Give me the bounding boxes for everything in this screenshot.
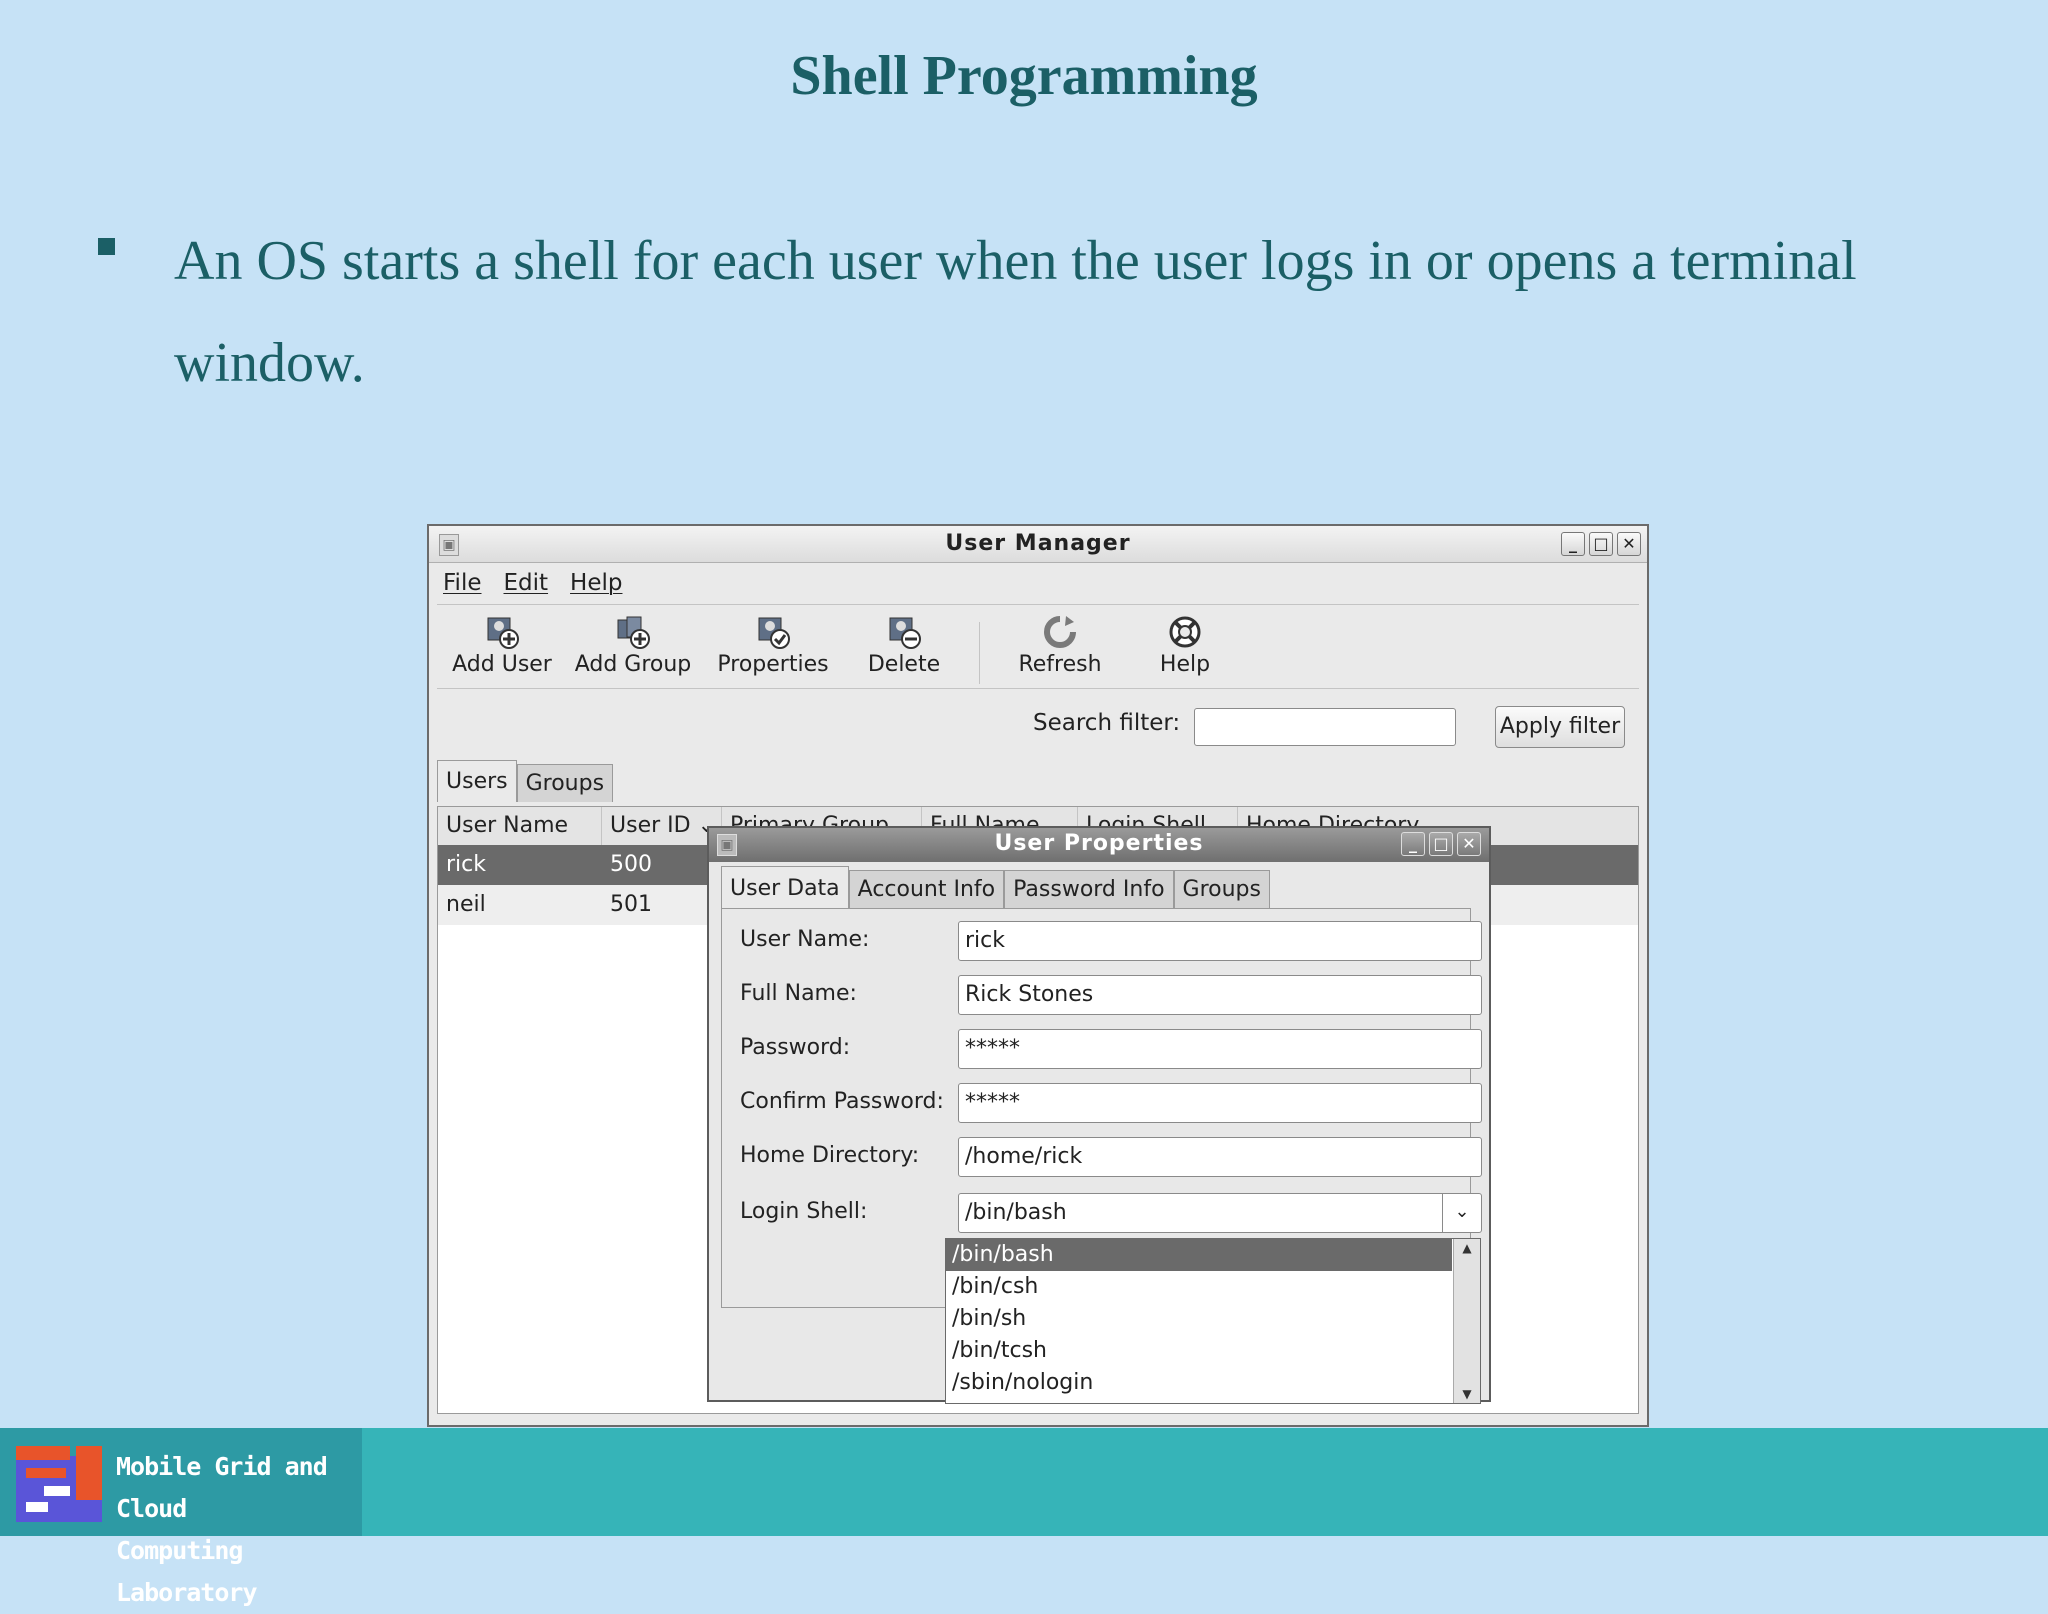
help-label: Help xyxy=(1159,652,1211,677)
dialog-close-button[interactable]: ✕ xyxy=(1457,832,1481,856)
properties-icon xyxy=(755,614,791,650)
menu-file[interactable]: File xyxy=(443,570,482,596)
toolbar-separator xyxy=(979,622,980,684)
dropdown-option[interactable]: /bin/tcsh xyxy=(946,1335,1452,1367)
cell-user-id: 500 xyxy=(610,852,652,877)
menubar: File Edit Help xyxy=(443,570,622,596)
scroll-down-icon[interactable]: ▼ xyxy=(1454,1387,1480,1401)
close-button[interactable]: ✕ xyxy=(1617,532,1641,556)
lab-logo: Mobile Grid and Cloud Computing Laborato… xyxy=(0,1428,362,1607)
login-shell-value: /bin/bash xyxy=(965,1200,1067,1225)
maximize-button[interactable]: □ xyxy=(1589,532,1613,556)
dialog-titlebar[interactable]: ▣ User Properties _ □ ✕ xyxy=(709,828,1489,862)
apply-filter-button[interactable]: Apply filter xyxy=(1495,706,1625,748)
dropdown-option[interactable]: /sbin/nologin xyxy=(946,1367,1452,1399)
add-group-icon xyxy=(615,614,651,650)
user-name-field[interactable]: rick xyxy=(958,921,1482,961)
delete-icon xyxy=(886,614,922,650)
lab-name-line1: Mobile Grid and Cloud xyxy=(116,1452,328,1523)
dropdown-option[interactable]: /bin/bash xyxy=(946,1239,1452,1271)
column-user-name[interactable]: User Name xyxy=(438,807,602,845)
window-titlebar[interactable]: ▣ User Manager _ □ ✕ xyxy=(429,526,1647,563)
help-button[interactable]: Help xyxy=(1145,608,1225,677)
scroll-up-icon[interactable]: ▲ xyxy=(1454,1241,1480,1255)
chevron-down-icon[interactable]: ⌄ xyxy=(1442,1194,1481,1232)
tab-groups[interactable]: Groups xyxy=(1173,870,1270,908)
user-name-label: User Name: xyxy=(740,927,870,952)
dropdown-option[interactable]: /bin/sh xyxy=(946,1303,1452,1335)
column-user-id[interactable]: User ID ⌄ xyxy=(602,807,722,845)
search-filter-label: Search filter: xyxy=(1033,710,1181,736)
dialog-title: User Properties xyxy=(994,831,1204,856)
add-group-label: Add Group xyxy=(574,652,692,677)
user-properties-dialog: ▣ User Properties _ □ ✕ User Data Accoun… xyxy=(707,826,1491,1404)
tab-groups[interactable]: Groups xyxy=(516,764,614,802)
full-name-field[interactable]: Rick Stones xyxy=(958,975,1482,1015)
lab-logo-icon xyxy=(16,1446,102,1522)
add-user-icon xyxy=(484,614,520,650)
confirm-password-label: Confirm Password: xyxy=(740,1089,944,1114)
delete-label: Delete xyxy=(867,652,941,677)
bullet-text: An OS starts a shell for each user when … xyxy=(174,230,1857,394)
cell-user-name: rick xyxy=(446,852,486,877)
dropdown-scrollbar[interactable]: ▲ ▼ xyxy=(1453,1239,1480,1403)
password-field[interactable]: ***** xyxy=(958,1029,1482,1069)
login-shell-combobox[interactable]: /bin/bash ⌄ xyxy=(958,1193,1482,1233)
home-directory-label: Home Directory: xyxy=(740,1143,920,1168)
slide-title: Shell Programming xyxy=(790,45,1258,107)
tab-users[interactable]: Users xyxy=(437,760,517,802)
add-group-button[interactable]: Add Group xyxy=(572,608,694,677)
menu-help[interactable]: Help xyxy=(570,570,622,596)
full-name-label: Full Name: xyxy=(740,981,857,1006)
delete-button[interactable]: Delete xyxy=(849,608,959,677)
tab-account-info[interactable]: Account Info xyxy=(848,870,1005,908)
confirm-password-field[interactable]: ***** xyxy=(958,1083,1482,1123)
window-title: User Manager xyxy=(945,531,1131,556)
lab-name-line2: Computing Laboratory xyxy=(116,1536,258,1607)
home-directory-field[interactable]: /home/rick xyxy=(958,1137,1482,1177)
square-bullet-icon xyxy=(98,238,115,255)
tab-user-data[interactable]: User Data xyxy=(721,866,849,908)
cell-user-name: neil xyxy=(446,892,486,917)
add-user-label: Add User xyxy=(452,652,552,677)
login-shell-dropdown: /bin/bash /bin/csh /bin/sh /bin/tcsh /sb… xyxy=(945,1238,1481,1404)
tab-password-info[interactable]: Password Info xyxy=(1004,870,1174,908)
dialog-minimize-button[interactable]: _ xyxy=(1401,832,1425,856)
refresh-button[interactable]: Refresh xyxy=(1005,608,1115,677)
menu-edit[interactable]: Edit xyxy=(504,570,549,596)
properties-button[interactable]: Properties xyxy=(707,608,839,677)
login-shell-label: Login Shell: xyxy=(740,1199,868,1224)
cell-user-id: 501 xyxy=(610,892,652,917)
lab-name: Mobile Grid and Cloud Computing Laborato… xyxy=(116,1446,362,1614)
properties-label: Properties xyxy=(717,652,829,677)
dialog-maximize-button[interactable]: □ xyxy=(1429,832,1453,856)
refresh-label: Refresh xyxy=(1018,652,1102,677)
slide-footer: Mobile Grid and Cloud Computing Laborato… xyxy=(0,1428,2048,1607)
minimize-button[interactable]: _ xyxy=(1561,532,1585,556)
main-tabs: Users Groups xyxy=(437,760,614,802)
password-label: Password: xyxy=(740,1035,851,1060)
refresh-icon xyxy=(1042,614,1078,650)
search-filter-input[interactable] xyxy=(1194,708,1456,746)
menu-divider xyxy=(437,604,1639,605)
toolbar: Add User Add Group Properties Delete Ref… xyxy=(439,608,1637,708)
dropdown-option[interactable]: /bin/csh xyxy=(946,1271,1452,1303)
dialog-tabs: User Data Account Info Password Info Gro… xyxy=(721,866,1270,908)
add-user-button[interactable]: Add User xyxy=(447,608,557,677)
help-lifebuoy-icon xyxy=(1167,614,1203,650)
toolbar-divider xyxy=(437,688,1639,689)
